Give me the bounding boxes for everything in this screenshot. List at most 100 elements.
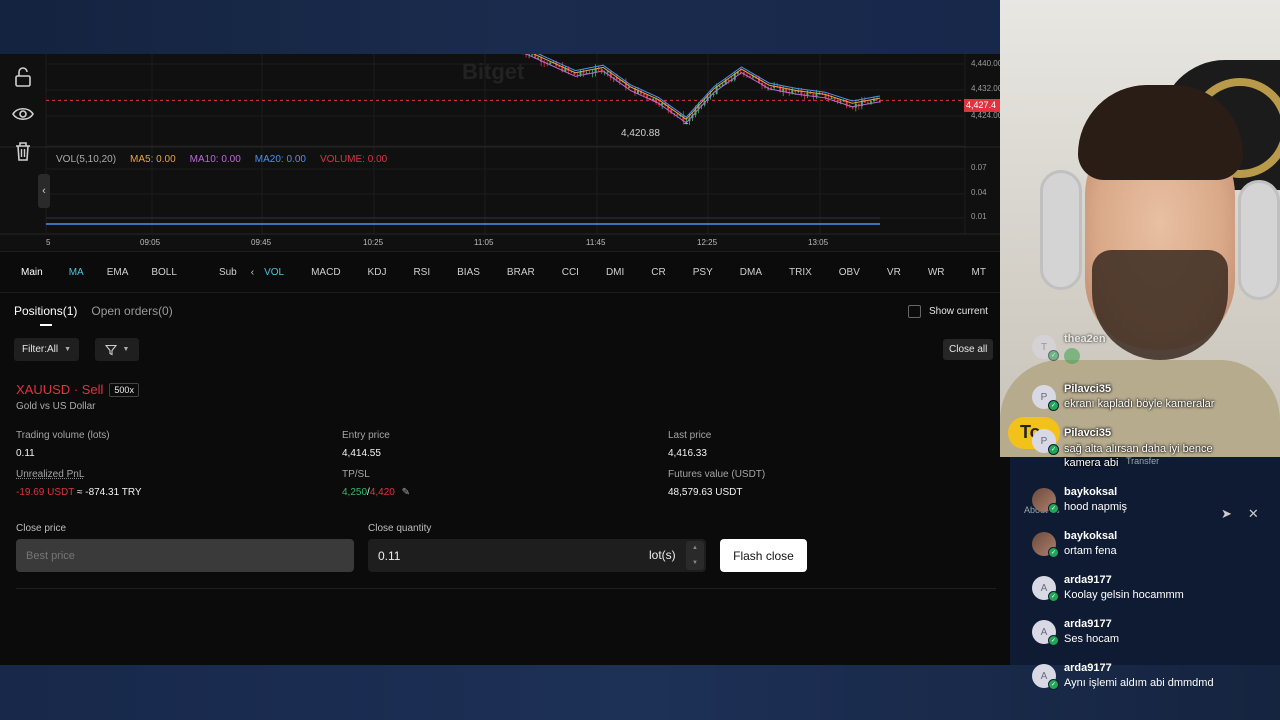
trading-volume-field: Trading volume (lots) 0.11 bbox=[16, 430, 110, 459]
chat-username[interactable]: baykoksal bbox=[1064, 486, 1127, 498]
tab-dmi[interactable]: DMI bbox=[606, 267, 624, 278]
caret-down-icon: ▼ bbox=[122, 346, 130, 353]
tab-boll[interactable]: BOLL bbox=[151, 267, 177, 278]
chart-side-tools bbox=[12, 66, 34, 177]
stepper-down-icon[interactable]: ▼ bbox=[692, 560, 698, 566]
chat-message: A ✓ arda9177 Aynı işlemi aldım abi dmmdmd bbox=[1032, 662, 1214, 690]
show-current-checkbox[interactable] bbox=[908, 305, 921, 318]
close-all-button[interactable]: Close all bbox=[943, 339, 994, 360]
chat-username[interactable]: arda9177 bbox=[1064, 618, 1119, 630]
stepper-up-icon[interactable]: ▲ bbox=[692, 545, 698, 551]
chat-username[interactable]: Pilavci35 bbox=[1064, 427, 1234, 439]
tab-trix[interactable]: TRIX bbox=[789, 267, 812, 278]
tab-kdj[interactable]: KDJ bbox=[368, 267, 387, 278]
tab-obv[interactable]: OBV bbox=[839, 267, 860, 278]
tab-macd[interactable]: MACD bbox=[311, 267, 340, 278]
mod-badge-icon: ✓ bbox=[1048, 503, 1059, 514]
unlock-icon[interactable] bbox=[12, 66, 34, 88]
send-icon[interactable]: ➤ bbox=[1221, 506, 1232, 522]
price-axis-label: 4,440.00 bbox=[971, 59, 1003, 68]
mod-badge-icon: ✓ bbox=[1048, 547, 1059, 558]
entry-price-field: Entry price 4,414.55 bbox=[342, 430, 390, 459]
eye-icon[interactable] bbox=[12, 103, 34, 125]
mod-badge-icon: ✓ bbox=[1048, 591, 1059, 602]
candle-body bbox=[549, 62, 552, 64]
tab-bias[interactable]: BIAS bbox=[457, 267, 480, 278]
tab-wr[interactable]: WR bbox=[928, 267, 945, 278]
chat-username[interactable]: arda9177 bbox=[1064, 574, 1184, 586]
tab-vr[interactable]: VR bbox=[887, 267, 901, 278]
tab-cci[interactable]: CCI bbox=[562, 267, 579, 278]
quantity-unit: lot(s) bbox=[649, 548, 676, 562]
filter-dropdown[interactable]: Filter:All ▼ bbox=[14, 338, 80, 361]
chevron-left-icon[interactable]: ‹ bbox=[38, 174, 50, 208]
position-symbol[interactable]: XAUUSD · Sell 500x bbox=[16, 382, 139, 397]
quantity-stepper[interactable]: ▲ ▼ bbox=[686, 541, 704, 570]
avatar: P ✓ bbox=[1032, 429, 1059, 455]
time-axis-label: 09:05 bbox=[140, 238, 161, 247]
time-axis-label: 09:45 bbox=[251, 238, 272, 247]
time-axis-label: 13:05 bbox=[808, 238, 829, 247]
funnel-filter-button[interactable]: ▼ bbox=[95, 338, 139, 361]
tab-rsi[interactable]: RSI bbox=[413, 267, 430, 278]
vol-legend-ma10: MA10: 0.00 bbox=[189, 154, 241, 165]
candle-body bbox=[770, 87, 773, 89]
price-axis-label: 4,424.00 bbox=[971, 111, 1003, 120]
tab-open-orders[interactable]: Open orders(0) bbox=[91, 304, 172, 318]
tab-dma[interactable]: DMA bbox=[740, 267, 762, 278]
candle-body bbox=[627, 86, 630, 88]
tab-ma[interactable]: MA bbox=[69, 267, 84, 278]
tab-brar[interactable]: BRAR bbox=[507, 267, 535, 278]
leverage-badge: 500x bbox=[109, 382, 139, 397]
tab-main[interactable]: Main bbox=[21, 267, 43, 278]
chat-username[interactable]: Pilavci35 bbox=[1064, 383, 1214, 395]
chat-username[interactable]: thea2en bbox=[1064, 333, 1106, 345]
pnl-usdt-value: -19.69 USDT bbox=[16, 487, 75, 498]
current-price-tag: 4,427.4 bbox=[964, 99, 1000, 112]
candle-body bbox=[842, 101, 845, 103]
vol-legend-volume: VOLUME: 0.00 bbox=[319, 154, 388, 165]
field-label: Trading volume (lots) bbox=[16, 430, 110, 441]
chat-message: T ✓ thea2en bbox=[1032, 333, 1106, 364]
close-price-input[interactable] bbox=[16, 539, 354, 572]
price-chart[interactable]: Bitget bbox=[0, 54, 1000, 251]
tab-vol[interactable]: VOL bbox=[264, 267, 284, 278]
edit-icon[interactable]: ✎ bbox=[402, 487, 410, 498]
price-axis-label: 4,432.00 bbox=[971, 84, 1003, 93]
chat-text: ortam fena bbox=[1064, 545, 1117, 557]
time-axis-label: 5 bbox=[46, 238, 51, 247]
tab-cr[interactable]: CR bbox=[651, 267, 665, 278]
trash-icon[interactable] bbox=[12, 140, 34, 162]
pnl-try-value: ≈ -874.31 TRY bbox=[74, 487, 142, 498]
tab-psy[interactable]: PSY bbox=[693, 267, 713, 278]
tab-mt[interactable]: MT bbox=[971, 267, 985, 278]
chat-text: Ses hocam bbox=[1064, 633, 1120, 645]
close-icon[interactable]: ✕ bbox=[1248, 506, 1259, 522]
show-current-toggle[interactable]: Show current bbox=[908, 305, 988, 318]
tab-positions[interactable]: Positions(1) bbox=[14, 304, 77, 326]
tab-sub[interactable]: Sub bbox=[219, 267, 237, 278]
field-label: TP/SL bbox=[342, 469, 370, 480]
candle-body bbox=[851, 107, 854, 109]
avatar: ✓ bbox=[1032, 488, 1059, 514]
chart-area[interactable]: Bitget ‹ 4,440.00 4,432.00 4,424.00 4,42… bbox=[0, 54, 1003, 251]
chat-username[interactable]: arda9177 bbox=[1064, 662, 1214, 674]
mod-badge-icon: ✓ bbox=[1048, 679, 1059, 690]
field-label[interactable]: Unrealized PnL bbox=[16, 469, 142, 480]
avatar: A ✓ bbox=[1032, 620, 1059, 646]
divider bbox=[16, 588, 996, 589]
chat-message: P ✓ Pilavci35 sağ alta alırsan daha iyi b… bbox=[1032, 427, 1234, 470]
streamer-beard bbox=[1092, 250, 1228, 360]
headphones-right bbox=[1238, 180, 1280, 300]
close-quantity-input[interactable] bbox=[368, 539, 628, 572]
chevron-left-icon[interactable]: ‹ bbox=[251, 267, 254, 278]
field-value: 0.11 bbox=[16, 448, 35, 459]
field-value: 4,414.55 bbox=[342, 448, 381, 459]
chat-username[interactable]: baykoksal bbox=[1064, 530, 1117, 542]
flash-close-button[interactable]: Flash close bbox=[720, 539, 807, 572]
chat-message: A ✓ arda9177 Ses hocam bbox=[1032, 618, 1120, 646]
tab-ema[interactable]: EMA bbox=[107, 267, 129, 278]
close-quantity-label: Close quantity bbox=[368, 523, 432, 534]
mod-badge-icon: ✓ bbox=[1048, 635, 1059, 646]
candle-body bbox=[830, 97, 833, 99]
